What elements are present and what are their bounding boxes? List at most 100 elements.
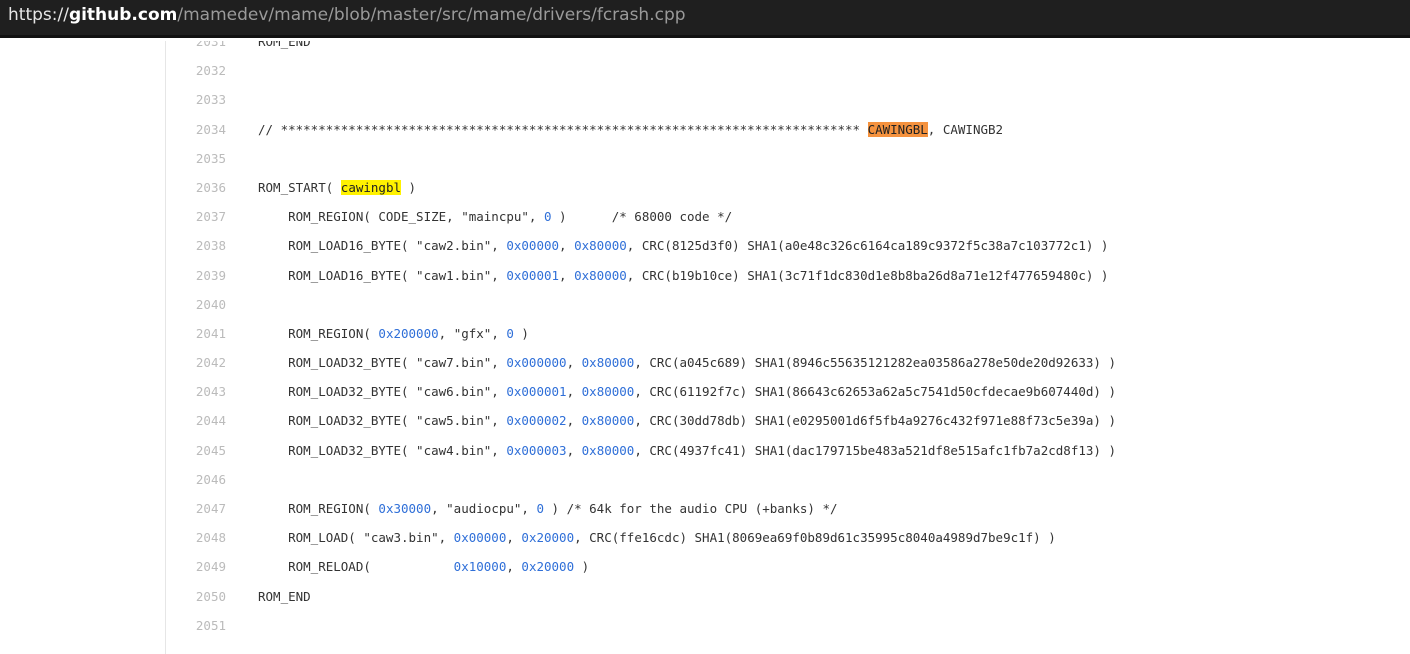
numeric-literal: 0 <box>543 209 552 225</box>
code-token: , <box>559 238 575 254</box>
code-token: ROM_END <box>258 588 311 604</box>
line-number[interactable]: 2051 <box>166 618 226 633</box>
line-number[interactable]: 2037 <box>166 209 226 224</box>
code-token: ROM_LOAD32_BYTE( "caw5.bin", <box>258 413 507 429</box>
numeric-literal: 0x80000 <box>574 267 627 283</box>
code-token: ) /* 68000 code */ <box>551 209 733 225</box>
line-source: ROM_END <box>258 589 311 604</box>
line-source: ROM_END <box>258 41 311 49</box>
code-token: , <box>566 442 582 458</box>
line-source: ROM_LOAD16_BYTE( "caw2.bin", 0x00000, 0x… <box>258 238 1108 253</box>
code-token: , CRC(30dd78db) SHA1(e0295001d6f5fb4a927… <box>634 413 1116 429</box>
code-token: ROM_START( <box>258 179 341 195</box>
numeric-literal: 0x20000 <box>521 530 575 546</box>
line-source: ROM_LOAD32_BYTE( "caw6.bin", 0x000001, 0… <box>258 384 1116 399</box>
search-highlight-current: CAWINGBL <box>867 121 928 137</box>
code-token: ) <box>574 559 590 575</box>
numeric-literal: 0x00000 <box>453 530 507 546</box>
code-token: , CRC(ffe16cdc) SHA1(8069ea69f0b89d61c35… <box>574 530 1056 546</box>
code-token: , CRC(8125d3f0) SHA1(a0e48c326c6164ca189… <box>626 238 1109 254</box>
line-number[interactable]: 2048 <box>166 530 226 545</box>
code-token: ROM_RELOAD( <box>258 559 454 575</box>
line-number[interactable]: 2047 <box>166 501 226 516</box>
search-highlight: cawingbl <box>340 179 402 195</box>
line-source: // *************************************… <box>258 121 1004 137</box>
code-token: ROM_LOAD( "caw3.bin", <box>258 530 454 546</box>
code-token: , CRC(61192f7c) SHA1(86643c62653a62a5c75… <box>634 384 1116 400</box>
line-number[interactable]: 2043 <box>166 384 226 399</box>
line-number[interactable]: 2031 <box>166 41 226 49</box>
line-number[interactable]: 2040 <box>166 297 226 312</box>
code-token: , <box>566 384 582 400</box>
line-number[interactable]: 2033 <box>166 92 226 107</box>
line-number[interactable]: 2046 <box>166 472 226 487</box>
line-number[interactable]: 2050 <box>166 589 226 604</box>
code-token: ROM_LOAD16_BYTE( "caw1.bin", <box>258 267 507 283</box>
numeric-literal: 0x00001 <box>506 267 560 283</box>
code-token: , <box>559 267 575 283</box>
url-domain: github.com <box>68 5 178 25</box>
code-token: , CAWINGB2 <box>927 121 1004 137</box>
code-token: , CRC(a045c689) SHA1(8946c55635121282ea0… <box>634 355 1116 371</box>
code-token: ROM_REGION( <box>258 325 379 341</box>
numeric-literal: 0x10000 <box>453 559 507 575</box>
code-token: // *************************************… <box>258 121 868 137</box>
numeric-literal: 0 <box>506 325 514 341</box>
code-token: , CRC(4937fc41) SHA1(dac179715be483a521d… <box>634 442 1116 458</box>
numeric-literal: 0x000002 <box>506 413 567 429</box>
url-scheme: https:// <box>8 5 69 25</box>
code-token: ROM_REGION( <box>258 501 379 516</box>
line-number[interactable]: 2038 <box>166 238 226 253</box>
numeric-literal: 0x80000 <box>581 413 635 429</box>
numeric-literal: 0x80000 <box>581 384 635 400</box>
numeric-literal: 0x000003 <box>506 442 567 458</box>
numeric-literal: 0 <box>536 501 544 516</box>
line-number[interactable]: 2036 <box>166 180 226 195</box>
line-source: ROM_REGION( 0x30000, "audiocpu", 0 ) /* … <box>258 501 838 516</box>
line-number[interactable]: 2041 <box>166 326 226 341</box>
line-source: ROM_LOAD16_BYTE( "caw1.bin", 0x00001, 0x… <box>258 268 1108 283</box>
numeric-literal: 0x00000 <box>506 238 560 254</box>
address-bar[interactable]: https://github.com/mamedev/mame/blob/mas… <box>0 0 1410 38</box>
code-token: ROM_REGION( CODE_SIZE, "maincpu", <box>258 209 544 225</box>
line-source: ROM_LOAD32_BYTE( "caw5.bin", 0x000002, 0… <box>258 413 1116 428</box>
code-token: ROM_LOAD16_BYTE( "caw2.bin", <box>258 238 507 254</box>
line-number[interactable]: 2049 <box>166 559 226 574</box>
numeric-literal: 0x000000 <box>506 355 567 371</box>
code-token: ROM_END <box>258 41 311 49</box>
line-number[interactable]: 2045 <box>166 443 226 458</box>
line-source: ROM_LOAD32_BYTE( "caw4.bin", 0x000003, 0… <box>258 443 1116 458</box>
numeric-literal: 0x80000 <box>581 355 635 371</box>
code-token: ROM_LOAD32_BYTE( "caw4.bin", <box>258 442 507 458</box>
code-token: ) <box>401 179 417 195</box>
numeric-literal: 0x20000 <box>521 559 575 575</box>
url-path: /mamedev/mame/blob/master/src/mame/drive… <box>177 5 686 25</box>
code-viewer: 2031 ROM_END 2032 2033 2034 // **************… <box>0 41 1410 654</box>
line-number[interactable]: 2032 <box>166 63 226 78</box>
numeric-literal: 0x30000 <box>378 501 432 516</box>
line-source: ROM_LOAD( "caw3.bin", 0x00000, 0x20000, … <box>258 530 1056 545</box>
code-token: , "audiocpu", <box>431 501 537 516</box>
line-source: ROM_LOAD32_BYTE( "caw7.bin", 0x000000, 0… <box>258 355 1116 370</box>
code-token: ROM_LOAD32_BYTE( "caw6.bin", <box>258 384 507 400</box>
line-number[interactable]: 2039 <box>166 268 226 283</box>
code-token: , <box>566 413 582 429</box>
numeric-literal: 0x000001 <box>506 384 567 400</box>
code-token: , <box>506 559 522 575</box>
line-number[interactable]: 2044 <box>166 413 226 428</box>
code-token: , CRC(b19b10ce) SHA1(3c71f1dc830d1e8b8ba… <box>626 267 1109 283</box>
numeric-literal: 0x80000 <box>581 442 635 458</box>
code-token: , <box>506 530 522 546</box>
line-number[interactable]: 2034 <box>166 122 226 137</box>
code-token: ROM_LOAD32_BYTE( "caw7.bin", <box>258 355 507 371</box>
line-number[interactable]: 2035 <box>166 151 226 166</box>
code-token: , <box>566 355 582 371</box>
line-source: ROM_RELOAD( 0x10000, 0x20000 ) <box>258 559 589 574</box>
line-source: ROM_REGION( 0x200000, "gfx", 0 ) <box>258 326 529 341</box>
line-number[interactable]: 2042 <box>166 355 226 370</box>
numeric-literal: 0x80000 <box>574 238 627 254</box>
code-token: ) /* 64k for the audio CPU (+banks) */ <box>544 501 838 516</box>
code-token: ) <box>513 325 529 341</box>
line-source: ROM_REGION( CODE_SIZE, "maincpu", 0 ) /*… <box>258 209 732 224</box>
line-source: ROM_START( cawingbl ) <box>258 179 417 195</box>
